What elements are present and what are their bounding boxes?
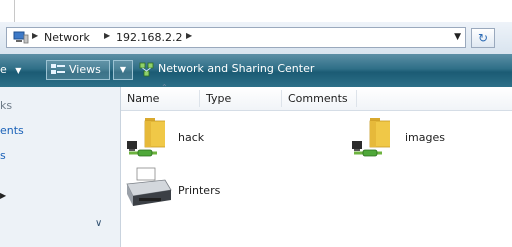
nav-item-favorites[interactable]: s <box>0 149 6 162</box>
breadcrumb-arrow-icon[interactable]: ▶ <box>32 31 38 40</box>
network-center-icon <box>139 62 154 77</box>
column-type[interactable]: Type <box>206 92 231 105</box>
views-label: Views <box>69 63 101 76</box>
nav-item-links[interactable]: ks <box>0 99 12 112</box>
nav-expand-arrow-icon[interactable]: ▶ <box>0 191 6 200</box>
views-button[interactable]: Views <box>46 60 110 80</box>
breadcrumb-network[interactable]: Network <box>44 31 90 44</box>
address-bar-row: ▶ Network ▶ 192.168.2.2 ▶ ▼ ↻ <box>0 22 512 54</box>
organize-label: e <box>0 63 7 76</box>
window-top-strip <box>0 0 512 23</box>
network-center-label: Network and Sharing Center <box>158 62 315 75</box>
list-item-hack[interactable]: hack <box>125 115 225 160</box>
navigation-pane: ks ents s ▶ ∨ <box>0 87 121 247</box>
chevron-down-icon[interactable]: ∨ <box>95 218 102 229</box>
item-label: images <box>405 131 445 144</box>
breadcrumb-arrow-icon[interactable]: ▶ <box>104 31 110 40</box>
organize-button[interactable]: e ▼ <box>0 63 21 76</box>
column-divider[interactable] <box>281 90 282 107</box>
column-divider[interactable] <box>199 90 200 107</box>
column-comments[interactable]: Comments <box>288 92 348 105</box>
network-folder-icon <box>352 118 393 157</box>
network-icon <box>13 31 29 44</box>
chevron-down-icon: ▼ <box>119 65 127 74</box>
window-edge <box>0 0 15 23</box>
chevron-down-icon: ▼ <box>15 66 22 75</box>
refresh-button[interactable]: ↻ <box>471 28 495 48</box>
item-label: Printers <box>178 184 221 197</box>
breadcrumb-host[interactable]: 192.168.2.2 <box>116 31 182 44</box>
list-item-images[interactable]: images <box>350 115 460 160</box>
address-dropdown-icon[interactable]: ▼ <box>454 32 461 42</box>
column-name[interactable]: Name <box>127 92 159 105</box>
sort-ascending-icon: ⌃ <box>161 83 168 92</box>
column-name-label: Name <box>127 92 160 105</box>
list-item-printers[interactable]: Printers <box>125 166 235 212</box>
column-divider[interactable] <box>356 90 357 107</box>
views-icon <box>51 64 65 74</box>
address-bar[interactable]: ▶ Network ▶ 192.168.2.2 ▶ ▼ <box>6 27 466 48</box>
nav-item-documents[interactable]: ents <box>0 124 24 137</box>
breadcrumb-arrow-icon[interactable]: ▶ <box>186 31 192 40</box>
command-bar: e ▼ Views ▼ Network and Sharing Center <box>0 54 512 87</box>
views-dropdown-button[interactable]: ▼ <box>113 60 133 80</box>
column-header: Name ⌃ Type Comments <box>121 83 512 111</box>
network-folder-icon <box>127 118 168 157</box>
item-label: hack <box>178 131 205 144</box>
refresh-icon: ↻ <box>477 31 489 45</box>
printer-icon <box>126 167 172 206</box>
